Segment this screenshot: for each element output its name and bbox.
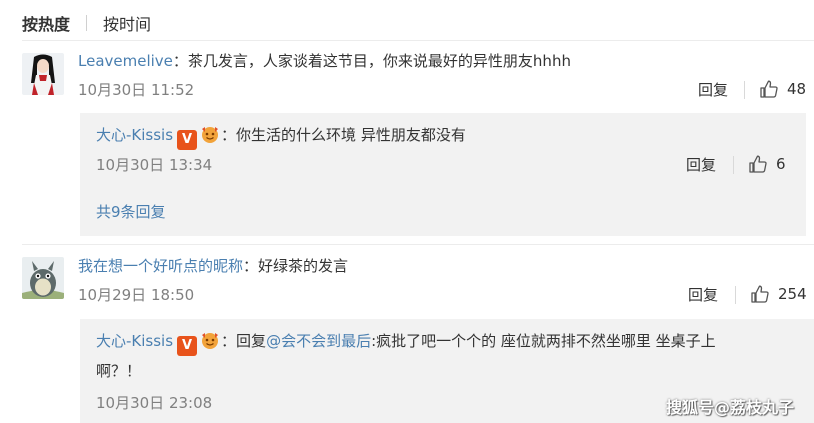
action-separator: [744, 81, 745, 99]
header-divider: [22, 40, 814, 41]
comment-content: Leavemelive：茶几发言，人家谈着这节目，你来说最好的异性朋友hhhh: [78, 50, 571, 72]
reply-text: :疯批了吧一个个的 座位就两排不然坐哪里 坐桌子上: [371, 332, 716, 350]
thumbs-up-icon: [760, 80, 778, 98]
thumbs-up-icon: [751, 285, 769, 303]
watermark: 搜狐号@荔枝丸子: [666, 398, 795, 417]
comment-timestamp: 10月29日 18:50: [78, 286, 195, 304]
thumbs-up-icon: [749, 155, 767, 173]
reply-button[interactable]: 回复: [698, 80, 728, 100]
reply-username[interactable]: 大心-Kissis: [96, 126, 173, 144]
reply-button[interactable]: 回复: [688, 285, 718, 305]
colon: ：: [243, 257, 259, 275]
comment-username[interactable]: 我在想一个好听点的昵称: [78, 257, 243, 275]
colon: ：: [221, 332, 237, 350]
sort-by-time-tab[interactable]: 按时间: [103, 11, 151, 35]
like-button[interactable]: 6: [748, 154, 786, 174]
view-all-replies-link[interactable]: 共9条回复: [96, 202, 166, 222]
comment-username[interactable]: Leavemelive: [78, 52, 173, 70]
like-count: 254: [778, 285, 807, 303]
reply-timestamp: 10月30日 23:08: [96, 394, 213, 412]
avatar[interactable]: [22, 53, 64, 95]
reply-content: 大心-Kissis V ：你生活的什么环境 异性朋友都没有: [96, 124, 466, 150]
reply-text: 你生活的什么环境 异性朋友都没有: [236, 126, 466, 144]
comment-content: 我在想一个好听点的昵称：好绿茶的发言: [78, 255, 348, 277]
mention-link[interactable]: @会不会到最后: [266, 332, 371, 350]
comment-text: 好绿茶的发言: [258, 257, 349, 275]
fan-badge-icon: [202, 333, 219, 349]
like-count: 6: [776, 155, 786, 173]
reply-timestamp: 10月30日 13:34: [96, 156, 213, 174]
fan-badge-icon: [202, 127, 219, 143]
reply-button[interactable]: 回复: [686, 155, 716, 175]
avatar-totoro-image: [22, 257, 64, 299]
verified-badge-icon: V: [177, 336, 198, 356]
like-count: 48: [787, 80, 807, 98]
action-separator: [735, 286, 736, 304]
like-button[interactable]: 254: [750, 284, 807, 304]
sort-separator: [86, 15, 88, 31]
avatar[interactable]: [22, 257, 64, 299]
colon: ：: [221, 126, 237, 144]
action-separator: [733, 156, 734, 174]
verified-badge-icon: V: [177, 130, 198, 150]
sort-by-hot-tab[interactable]: 按热度: [22, 11, 70, 35]
avatar-anime-girl-image: [22, 53, 64, 95]
like-button[interactable]: 48: [759, 79, 806, 99]
reply-username[interactable]: 大心-Kissis: [96, 332, 173, 350]
comment-text: 茶几发言，人家谈着这节目，你来说最好的异性朋友hhhh: [187, 52, 571, 70]
colon: ：: [172, 52, 188, 70]
reply-text-continued: 啊？！: [96, 362, 142, 380]
sort-bar: 按热度 按时间: [22, 10, 151, 36]
comment-timestamp: 10月30日 11:52: [78, 81, 195, 99]
reply-prefix: 回复: [236, 332, 267, 350]
reply-content: 大心-Kissis V ：回复@会不会到最后:疯批了吧一个个的 座位就两排不然坐哪里…: [96, 330, 716, 356]
comment-divider: [22, 244, 814, 245]
